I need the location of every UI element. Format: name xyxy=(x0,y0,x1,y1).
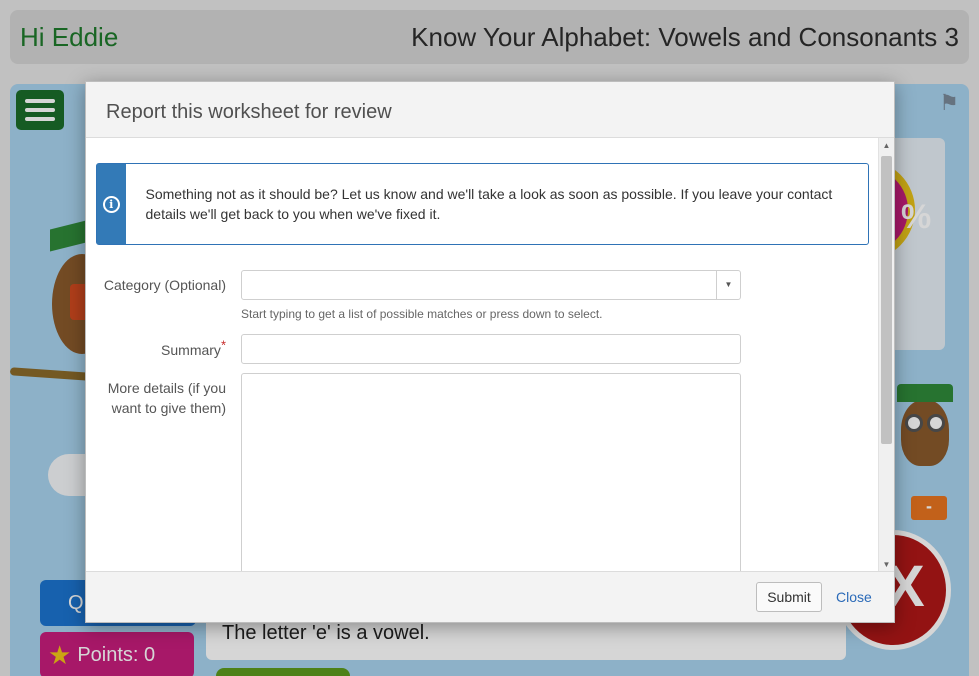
info-alert: i Something not as it should be? Let us … xyxy=(96,163,869,245)
modal-title: Report this worksheet for review xyxy=(106,101,392,123)
modal-body: i Something not as it should be? Let us … xyxy=(86,138,880,573)
category-help-text: Start typing to get a list of possible m… xyxy=(241,307,603,321)
scroll-up-icon[interactable]: ▲ xyxy=(879,138,894,154)
details-label: More details (if you want to give them) xyxy=(107,380,226,416)
category-select[interactable]: ▼ xyxy=(241,270,741,300)
report-modal: Report this worksheet for review i Somet… xyxy=(85,81,895,623)
details-textarea[interactable] xyxy=(241,373,741,573)
caret-down-icon[interactable]: ▼ xyxy=(716,271,740,299)
summary-input[interactable] xyxy=(241,334,741,364)
alert-icon-column: i xyxy=(97,164,126,244)
scrollbar-thumb[interactable] xyxy=(881,156,892,444)
category-label: Category (Optional) xyxy=(103,277,226,293)
submit-button[interactable]: Submit xyxy=(756,582,822,612)
summary-label-text: Summary xyxy=(161,342,221,358)
required-marker: * xyxy=(220,337,226,353)
modal-scrollbar[interactable]: ▲ ▼ xyxy=(878,138,894,573)
summary-label: Summary* xyxy=(161,337,226,360)
modal-header: Report this worksheet for review xyxy=(86,82,894,138)
alert-text: Something not as it should be? Let us kn… xyxy=(145,186,833,222)
info-circle-icon: i xyxy=(102,195,120,213)
modal-footer: Submit Close xyxy=(86,571,894,622)
close-link[interactable]: Close xyxy=(836,589,872,605)
